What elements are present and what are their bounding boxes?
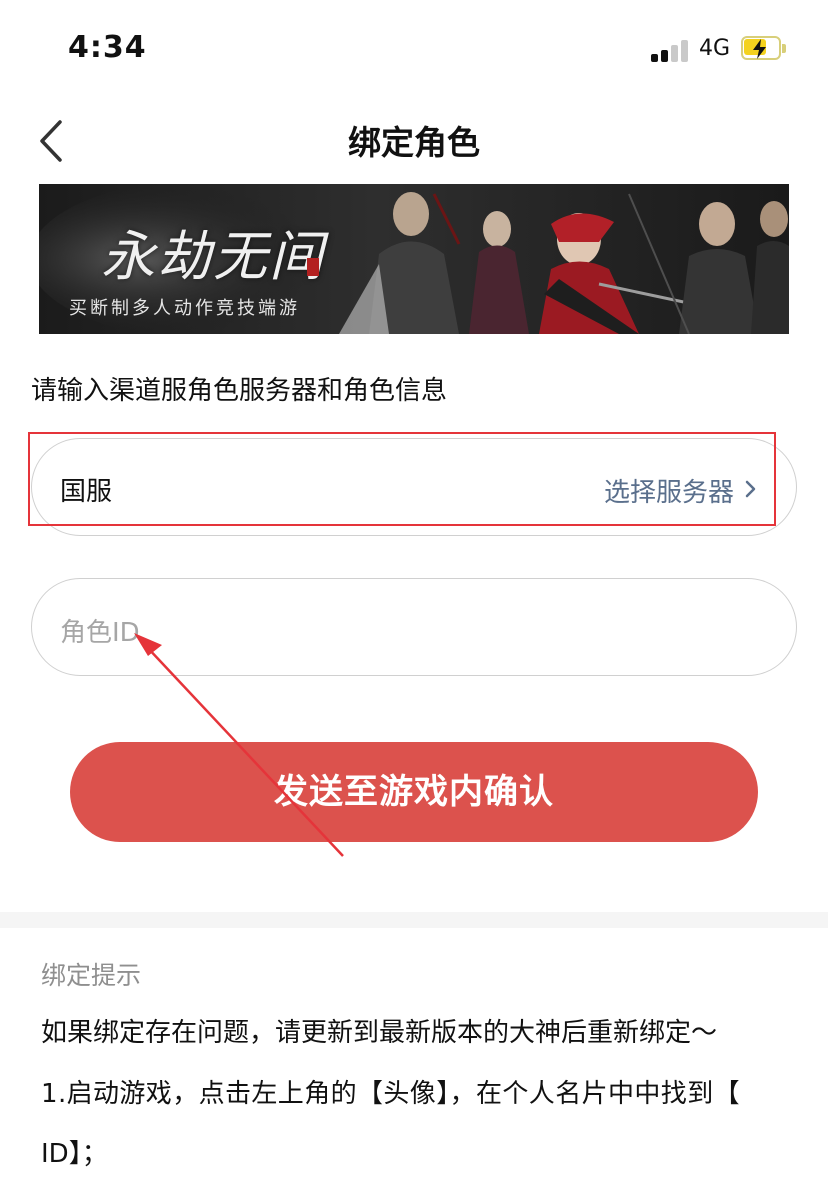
tips-line: 如果绑定存在问题，请更新到最新版本的大神后重新绑定～: [41, 1018, 718, 1048]
status-time: 4:34: [68, 30, 147, 65]
tips-title: 绑定提示: [41, 961, 142, 990]
chevron-right-icon: [745, 480, 756, 498]
game-banner[interactable]: 永劫无间 买断制多人动作竞技端游: [39, 184, 789, 334]
battery-charging-icon: [741, 36, 787, 62]
form-instruction: 请输入渠道服角色服务器和角色信息: [31, 376, 448, 406]
select-server-link[interactable]: 选择服务器: [604, 472, 734, 509]
status-bar: 4:34 4G: [0, 0, 828, 100]
cellular-signal-icon: [651, 40, 691, 62]
tips-line: 1.启动游戏，点击左上角的【头像】，在个人名片中中找到【: [41, 1079, 741, 1109]
send-to-game-confirm-button[interactable]: 发送至游戏内确认: [70, 742, 758, 842]
tips-line: ID】；: [41, 1139, 108, 1169]
nav-bar: 绑定角色: [0, 100, 828, 180]
banner-seal: [307, 258, 319, 276]
role-id-field[interactable]: 角色ID: [31, 578, 797, 676]
banner-tagline: 买断制多人动作竞技端游: [69, 298, 300, 319]
server-value: 国服: [60, 477, 113, 507]
banner-game-logo: 永劫无间: [101, 225, 325, 288]
role-id-placeholder: 角色ID: [60, 618, 140, 648]
page-title: 绑定角色: [348, 123, 480, 162]
section-divider: [0, 912, 828, 928]
server-select-field[interactable]: 国服 选择服务器: [31, 438, 797, 536]
network-type: 4G: [699, 36, 731, 61]
